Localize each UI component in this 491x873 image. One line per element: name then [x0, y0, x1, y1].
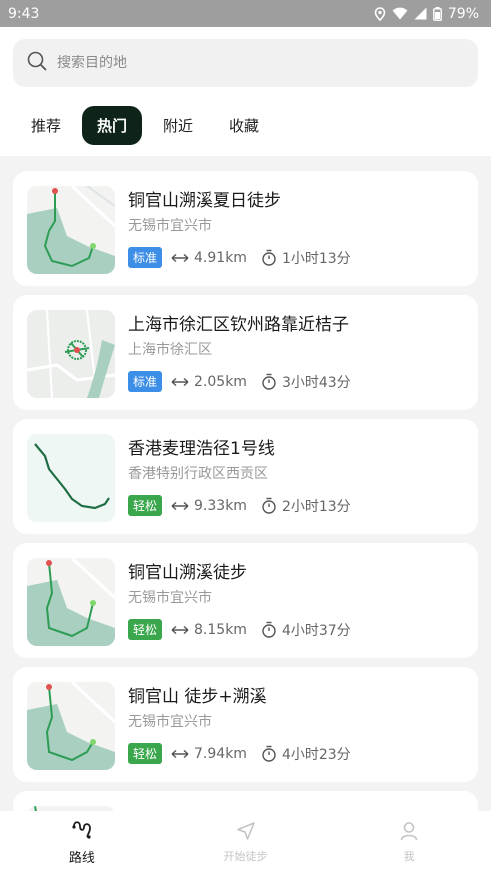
route-card[interactable]: 上海市徐汇区钦州路靠近桔子 上海市徐汇区 标准 2.05km 3小时43分 — [13, 295, 478, 410]
nav-routes-label: 路线 — [68, 850, 95, 866]
route-duration: 3小时43分 — [281, 374, 351, 391]
battery-icon — [432, 6, 442, 21]
route-distance: 7.94km — [194, 745, 247, 762]
header: 推荐 热门 附近 收藏 — [0, 27, 491, 156]
difficulty-badge: 轻松 — [128, 619, 163, 640]
person-icon — [399, 821, 419, 844]
route-meta: 轻松 8.15km 4小时37分 — [128, 619, 351, 640]
search-input[interactable] — [57, 55, 437, 71]
route-duration: 1小时13分 — [281, 250, 351, 267]
difficulty-badge: 标准 — [128, 247, 163, 268]
route-location: 无锡市宜兴市 — [128, 590, 212, 606]
tab-recommended[interactable]: 推荐 — [16, 106, 76, 145]
navigation-arrow-icon — [236, 821, 256, 844]
route-meta: 轻松 7.94km 4小时23分 — [128, 743, 351, 764]
difficulty-badge: 轻松 — [128, 495, 163, 516]
route-list: 铜官山溯溪夏日徒步 无锡市宜兴市 标准 4.91km 1小时13分 上海市徐汇区… — [0, 156, 491, 811]
distance-icon — [171, 377, 189, 387]
route-title: 上海市徐汇区钦州路靠近桔子 — [128, 315, 349, 335]
route-map-thumbnail — [27, 310, 115, 398]
route-location: 上海市徐汇区 — [128, 342, 212, 358]
tab-popular[interactable]: 热门 — [82, 106, 143, 145]
timer-icon — [261, 621, 277, 638]
status-bar: 9:43 79% — [0, 0, 491, 27]
route-distance: 9.33km — [194, 497, 247, 514]
route-distance: 8.15km — [194, 621, 247, 638]
route-card[interactable]: 铜官山溯溪夏日徒步 无锡市宜兴市 标准 4.91km 1小时13分 — [13, 171, 478, 286]
distance-icon — [171, 749, 189, 759]
route-card[interactable]: 铜官山溯溪徒步 无锡市宜兴市 轻松 8.15km 4小时37分 — [13, 543, 478, 658]
search-icon — [27, 51, 57, 75]
route-map-thumbnail — [27, 186, 115, 274]
route-title: 铜官山溯溪徒步 — [128, 563, 247, 583]
route-duration: 2小时13分 — [281, 498, 351, 515]
route-distance: 4.91km — [194, 249, 247, 266]
difficulty-badge: 轻松 — [128, 743, 163, 764]
search-bar[interactable] — [13, 39, 478, 87]
nav-me-label: 我 — [403, 849, 415, 863]
bottom-nav: 路线 开始徒步 我 — [0, 811, 491, 873]
route-card[interactable]: 铜官山 徒步+溯溪 无锡市宜兴市 轻松 7.94km 4小时23分 — [13, 667, 478, 782]
route-map-thumbnail — [27, 682, 115, 770]
status-icons: 79% — [374, 6, 479, 22]
route-meta: 轻松 9.33km 2小时13分 — [128, 495, 351, 516]
route-distance: 2.05km — [194, 373, 247, 390]
route-title: 铜官山溯溪夏日徒步 — [128, 191, 281, 211]
timer-icon — [261, 373, 277, 390]
nav-start-hiking[interactable]: 开始徒步 — [164, 811, 328, 873]
timer-icon — [261, 249, 277, 266]
nav-me[interactable]: 我 — [327, 811, 491, 873]
route-duration: 4小时37分 — [281, 622, 351, 639]
route-title: 铜官山 徒步+溯溪 — [128, 687, 267, 707]
route-location: 无锡市宜兴市 — [128, 218, 212, 234]
route-meta: 标准 2.05km 3小时43分 — [128, 371, 351, 392]
tab-nearby[interactable]: 附近 — [148, 106, 208, 145]
route-location: 香港特别行政区西贡区 — [128, 466, 268, 482]
distance-icon — [171, 625, 189, 635]
timer-icon — [261, 745, 277, 762]
category-tabs: 推荐 热门 附近 收藏 — [16, 106, 274, 145]
distance-icon — [171, 253, 189, 263]
timer-icon — [261, 497, 277, 514]
route-card[interactable]: 香港麦理浩径1号线 香港特别行政区西贡区 轻松 9.33km 2小时13分 — [13, 419, 478, 534]
battery-percent: 79% — [447, 5, 479, 22]
location-icon — [374, 6, 386, 21]
route-map-thumbnail — [27, 434, 115, 522]
signal-icon — [414, 7, 427, 20]
tab-favorites[interactable]: 收藏 — [214, 106, 274, 145]
route-icon — [71, 819, 93, 843]
distance-icon — [171, 501, 189, 511]
route-location: 无锡市宜兴市 — [128, 714, 212, 730]
route-title: 香港麦理浩径1号线 — [128, 439, 275, 459]
route-meta: 标准 4.91km 1小时13分 — [128, 247, 351, 268]
status-time: 9:43 — [8, 5, 40, 22]
route-card-partial[interactable] — [13, 791, 478, 811]
difficulty-badge: 标准 — [128, 371, 163, 392]
wifi-icon — [392, 7, 408, 20]
route-duration: 4小时23分 — [281, 746, 351, 763]
route-map-thumbnail — [27, 558, 115, 646]
nav-start-hiking-label: 开始徒步 — [223, 849, 268, 863]
nav-routes[interactable]: 路线 — [0, 811, 164, 873]
